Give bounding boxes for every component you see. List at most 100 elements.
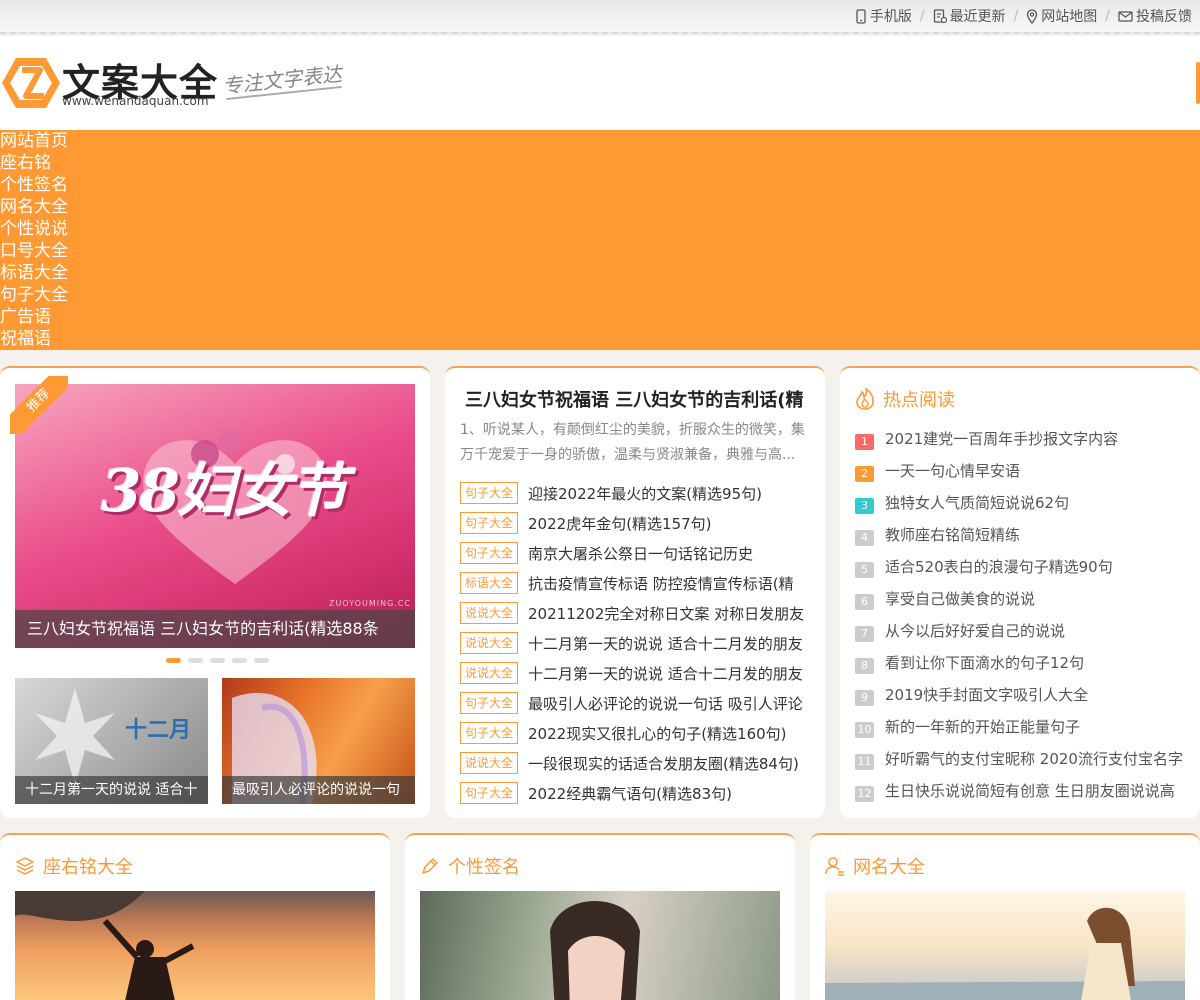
slider-dot[interactable] [232, 658, 247, 663]
hot-title[interactable]: 生日快乐说说简短有创意 生日朋友圈说说高 [885, 780, 1175, 801]
hot-title[interactable]: 独特女人气质简短说说62句 [885, 492, 1069, 513]
thumb-card[interactable]: 最吸引人必评论的说说一句 [222, 678, 415, 804]
nav-item-banners[interactable]: 标语大全 [0, 262, 1200, 284]
list-item[interactable]: 句子大全 2022经典霸气语句(精选83句) [460, 778, 810, 808]
featured-slider-card: 38妇女节 ZUOYOUMING.CC 三八妇女节祝福语 三八妇女节的吉利话(精… [0, 366, 430, 818]
header-side-tab[interactable] [1196, 62, 1200, 104]
list-item[interactable]: 句子大全 迎接2022年最火的文案(精选95句) [460, 478, 810, 508]
recommend-badge: 推荐 [10, 376, 68, 434]
recent-updates-link[interactable]: 最近更新 [933, 6, 1006, 26]
featured-article-title[interactable]: 三八妇女节祝福语 三八妇女节的吉利话(精 [465, 386, 810, 412]
article-title[interactable]: 抗击疫情宣传标语 防控疫情宣传标语(精 [528, 573, 794, 594]
list-item[interactable]: 6 享受自己做美食的说说 [855, 582, 1190, 614]
hot-title[interactable]: 享受自己做美食的说说 [885, 588, 1035, 609]
hot-title[interactable]: 好听霸气的支付宝昵称 2020流行支付宝名字 [885, 748, 1183, 769]
section-title[interactable]: 网名大全 [853, 853, 925, 879]
article-title[interactable]: 20211202完全对称日文案 对称日发朋友 [528, 603, 804, 624]
category-tag[interactable]: 句子大全 [460, 722, 519, 744]
category-tag[interactable]: 句子大全 [460, 542, 519, 564]
category-tag[interactable]: 说说大全 [460, 632, 519, 654]
nav-item-blessings[interactable]: 祝福语 [0, 328, 1200, 350]
rank-badge: 10 [855, 722, 874, 738]
slider-dot[interactable] [254, 658, 269, 663]
article-title[interactable]: 一段很现实的话适合发朋友圈(精选84句) [528, 753, 799, 774]
category-tag[interactable]: 句子大全 [460, 692, 519, 714]
article-title[interactable]: 十二月第一天的说说 适合十二月发的朋友 [528, 663, 803, 684]
thumb-caption[interactable]: 最吸引人必评论的说说一句 [222, 776, 415, 804]
nav-item-moods[interactable]: 个性说说 [0, 218, 1200, 240]
article-title[interactable]: 十二月第一天的说说 适合十二月发的朋友 [528, 633, 803, 654]
section-title[interactable]: 座右铭大全 [43, 853, 133, 879]
category-tag[interactable]: 句子大全 [460, 482, 519, 504]
nav-item-motto[interactable]: 座右铭 [0, 152, 1200, 174]
section-title[interactable]: 个性签名 [448, 853, 520, 879]
nav-item-home[interactable]: 网站首页 [0, 130, 1200, 152]
thumb-caption[interactable]: 十二月第一天的说说 适合十 [15, 776, 208, 804]
nav-item-ads[interactable]: 广告语 [0, 306, 1200, 328]
list-item[interactable]: 句子大全 2022虎年金句(精选157句) [460, 508, 810, 538]
slider-dot[interactable] [188, 658, 203, 663]
slider-dot[interactable] [210, 658, 225, 663]
sitemap-link[interactable]: 网站地图 [1026, 6, 1097, 26]
hot-title[interactable]: 2021建党一百周年手抄报文字内容 [885, 428, 1118, 449]
article-title[interactable]: 最吸引人必评论的说说一句话 吸引人评论 [528, 693, 803, 714]
section-image[interactable] [420, 891, 780, 1000]
list-item[interactable]: 说说大全 20211202完全对称日文案 对称日发朋友 [460, 598, 810, 628]
slider-dot[interactable] [166, 658, 181, 663]
hot-title[interactable]: 从今以后好好爱自己的说说 [885, 620, 1065, 641]
list-item[interactable]: 2 一天一句心情早安语 [855, 454, 1190, 486]
list-item[interactable]: 句子大全 最吸引人必评论的说说一句话 吸引人评论 [460, 688, 810, 718]
list-item[interactable]: 7 从今以后好好爱自己的说说 [855, 614, 1190, 646]
list-item[interactable]: 5 适合520表白的浪漫句子精选90句 [855, 550, 1190, 582]
mobile-link[interactable]: 手机版 [855, 6, 912, 26]
feedback-link[interactable]: 投稿反馈 [1118, 6, 1192, 26]
list-item[interactable]: 9 2019快手封面文字吸引人大全 [855, 678, 1190, 710]
article-title[interactable]: 2022现实又很扎心的句子(精选160句) [528, 723, 787, 744]
article-title[interactable]: 2022经典霸气语句(精选83句) [528, 783, 732, 804]
logo-mark-icon[interactable] [2, 56, 60, 110]
list-item[interactable]: 说说大全 一段很现实的话适合发朋友圈(精选84句) [460, 748, 810, 778]
seaside-girl-icon [825, 907, 1185, 1000]
category-tag[interactable]: 说说大全 [460, 662, 519, 684]
list-item[interactable]: 句子大全 2022现实又很扎心的句子(精选160句) [460, 718, 810, 748]
list-item[interactable]: 句子大全 南京大屠杀公祭日一句话铭记历史 [460, 538, 810, 568]
nav-item-nicknames[interactable]: 网名大全 [0, 196, 1200, 218]
featured-slide[interactable]: 38妇女节 ZUOYOUMING.CC 三八妇女节祝福语 三八妇女节的吉利话(精… [15, 384, 415, 648]
section-image[interactable] [825, 891, 1185, 1000]
nav-item-signature[interactable]: 个性签名 [0, 174, 1200, 196]
list-item[interactable]: 说说大全 十二月第一天的说说 适合十二月发的朋友 [460, 658, 810, 688]
list-item[interactable]: 1 2021建党一百周年手抄报文字内容 [855, 422, 1190, 454]
slide-caption[interactable]: 三八妇女节祝福语 三八妇女节的吉利话(精选88条 [15, 610, 415, 648]
hot-title[interactable]: 一天一句心情早安语 [885, 460, 1020, 481]
hot-title[interactable]: 看到让你下面滴水的句子12句 [885, 652, 1084, 673]
thumb-card[interactable]: 十二月 十二月第一天的说说 适合十 [15, 678, 208, 804]
list-item[interactable]: 12 生日快乐说说简短有创意 生日朋友圈说说高 [855, 774, 1190, 806]
list-item[interactable]: 8 看到让你下面滴水的句子12句 [855, 646, 1190, 678]
list-item[interactable]: 4 教师座右铭简短精练 [855, 518, 1190, 550]
layers-icon [16, 857, 34, 875]
category-tag[interactable]: 句子大全 [460, 512, 519, 534]
top-bar: 手机版 / 最近更新 / 网站地图 / 投稿反馈 [0, 0, 1200, 34]
category-tag[interactable]: 标语大全 [460, 572, 519, 594]
category-tag[interactable]: 说说大全 [460, 602, 519, 624]
list-item[interactable]: 10 新的一年新的开始正能量句子 [855, 710, 1190, 742]
category-tag[interactable]: 句子大全 [460, 782, 519, 804]
article-title[interactable]: 南京大屠杀公祭日一句话铭记历史 [528, 543, 753, 564]
hot-title[interactable]: 2019快手封面文字吸引人大全 [885, 684, 1088, 705]
category-tag[interactable]: 说说大全 [460, 752, 519, 774]
rank-badge: 9 [855, 690, 874, 706]
hot-title[interactable]: 新的一年新的开始正能量句子 [885, 716, 1080, 737]
list-item[interactable]: 说说大全 十二月第一天的说说 适合十二月发的朋友 [460, 628, 810, 658]
hot-title[interactable]: 适合520表白的浪漫句子精选90句 [885, 556, 1113, 577]
hot-title[interactable]: 教师座右铭简短精练 [885, 524, 1020, 545]
section-image[interactable] [15, 891, 375, 1000]
hot-reading-header: 热点阅读 [855, 386, 955, 412]
nav-item-slogans[interactable]: 口号大全 [0, 240, 1200, 262]
list-item[interactable]: 标语大全 抗击疫情宣传标语 防控疫情宣传标语(精 [460, 568, 810, 598]
article-title[interactable]: 迎接2022年最火的文案(精选95句) [528, 483, 762, 504]
nav-item-sentences[interactable]: 句子大全 [0, 284, 1200, 306]
article-title[interactable]: 2022虎年金句(精选157句) [528, 513, 712, 534]
list-item[interactable]: 11 好听霸气的支付宝昵称 2020流行支付宝名字 [855, 742, 1190, 774]
list-item[interactable]: 3 独特女人气质简短说说62句 [855, 486, 1190, 518]
rank-badge: 2 [855, 466, 874, 482]
